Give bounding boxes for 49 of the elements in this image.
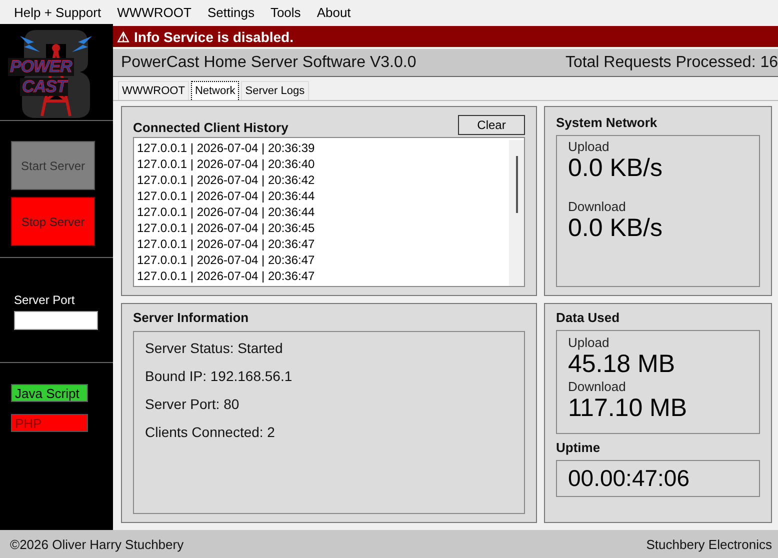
info-line: Server Status: Started (145, 340, 284, 356)
stat-value: 45.18 MB (568, 350, 676, 379)
menu-item[interactable]: Settings (199, 4, 262, 20)
info-line: Clients Connected: 2 (145, 424, 276, 440)
list-item[interactable]: 127.0.0.1 | 2026-07-04 | 20:36:44 (137, 188, 509, 204)
list-item[interactable]: 127.0.0.1 | 2026-07-04 | 20:36:47 (137, 268, 509, 284)
module-toggle[interactable]: Java Script (11, 384, 88, 402)
stat-label: Upload (568, 139, 610, 154)
copyright-text: ©2026 Oliver Harry Stuchbery (10, 536, 184, 552)
app-title: PowerCast Home Server Software V3.0.0 (121, 54, 416, 72)
stat-value: 117.10 MB (568, 394, 688, 423)
info-line: Bound IP: 192.168.56.1 (145, 368, 294, 384)
list-item[interactable]: 127.0.0.1 | 2026-07-04 | 20:36:44 (137, 204, 509, 220)
list-item[interactable]: 127.0.0.1 | 2026-07-04 | 20:36:47 (137, 236, 509, 252)
panel-title: System Network (556, 115, 658, 130)
list-item[interactable]: 127.0.0.1 | 2026-07-04 | 20:36:40 (137, 156, 509, 172)
tab[interactable]: WWWROOT (118, 81, 189, 100)
tab[interactable]: Network (190, 81, 240, 100)
scrollbar[interactable] (509, 140, 524, 286)
panel-title: Server Information (133, 310, 250, 325)
panel-title: Uptime (556, 440, 602, 455)
list-item[interactable]: 127.0.0.1 | 2026-07-04 | 20:36:45 (137, 220, 509, 236)
info-line: Server Port: 80 (145, 396, 240, 412)
server-port-field[interactable] (14, 311, 98, 330)
alert-text: Info Service is disabled. (134, 28, 294, 44)
logo-text: POWER (8, 58, 74, 76)
menu-item[interactable]: About (308, 4, 359, 20)
menu-item[interactable]: Tools (262, 4, 309, 20)
list-item[interactable]: 127.0.0.1 | 2026-07-04 | 20:36:42 (137, 172, 509, 188)
stop-server-button[interactable]: Stop Server (11, 197, 95, 246)
clear-button[interactable]: Clear (458, 115, 525, 135)
stat-label: Download (568, 199, 627, 214)
menu-item[interactable]: WWWROOT (109, 4, 200, 20)
stat-value: 0.0 KB/s (568, 154, 664, 183)
list-item[interactable]: 127.0.0.1 | 2026-07-04 | 20:36:39 (137, 140, 509, 156)
stat-label: Upload (568, 335, 610, 350)
stat-label: Download (568, 379, 627, 394)
menu-item[interactable]: Help + Support (6, 4, 110, 20)
uptime-value: 00.00:47:06 (568, 465, 691, 492)
panel-title: Data Used (556, 310, 621, 325)
field-label: Server Port (14, 293, 76, 307)
warning-icon: ⚠ (117, 28, 130, 44)
logo-text: CAST (20, 78, 68, 96)
requests-count: Total Requests Processed: 16 (565, 54, 778, 72)
list-item[interactable]: 127.0.0.1 | 2026-07-04 | 20:36:47 (137, 252, 509, 268)
stat-value: 0.0 KB/s (568, 214, 664, 243)
tab[interactable]: Server Logs (241, 81, 309, 100)
company-name: Stuchbery Electronics (646, 536, 772, 552)
panel-title: Connected Client History (133, 120, 288, 135)
